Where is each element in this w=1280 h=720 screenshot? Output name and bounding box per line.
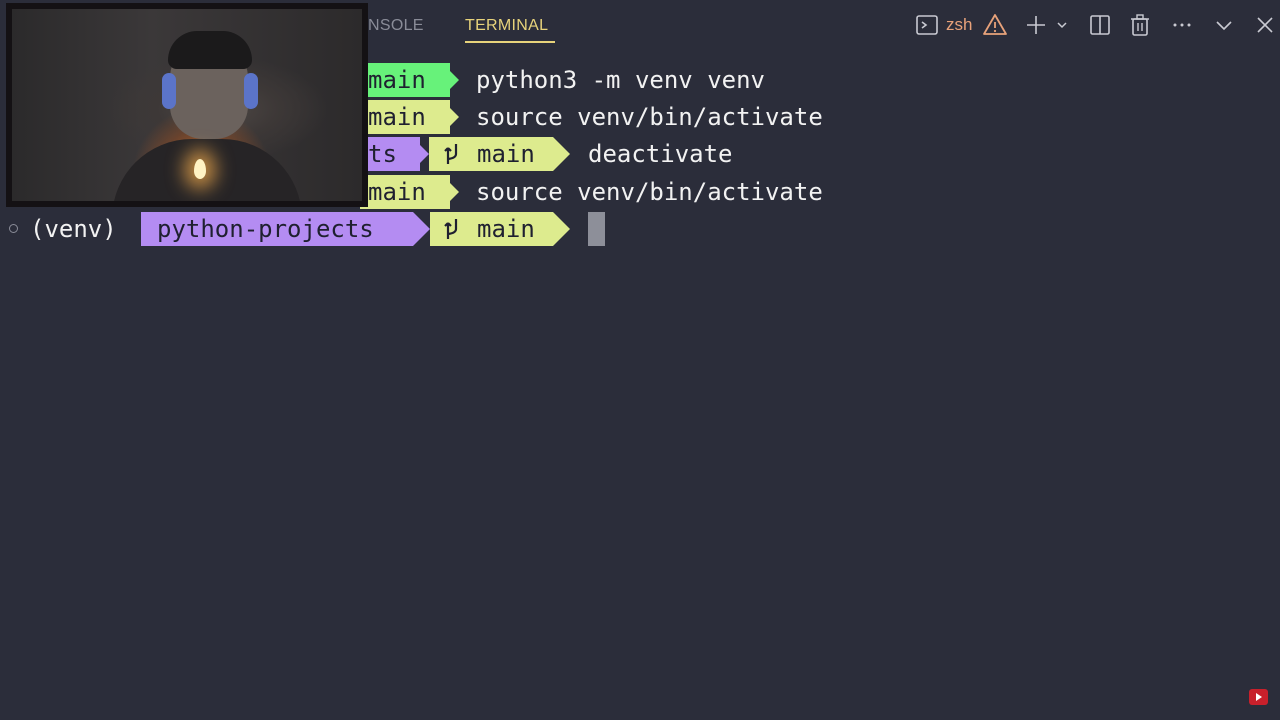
directory-segment: ts	[360, 137, 420, 171]
command-text: python3 -m venv venv	[476, 66, 765, 94]
warning-icon[interactable]	[982, 12, 1008, 38]
prompt-status-icon	[9, 224, 18, 233]
close-icon[interactable]	[1252, 12, 1278, 38]
terminal-icon[interactable]	[914, 12, 940, 38]
webcam-overlay	[6, 3, 368, 207]
chevron-down-icon[interactable]	[1052, 12, 1078, 38]
segment-separator	[413, 212, 430, 246]
git-branch-segment: main	[360, 100, 450, 134]
tab-terminal[interactable]: TERMINAL	[465, 16, 548, 36]
command-text: source venv/bin/activate	[476, 103, 823, 131]
directory-segment: python-projects	[141, 212, 413, 246]
headphone-left	[162, 73, 176, 109]
person-body	[112, 139, 302, 201]
segment-separator	[442, 63, 459, 97]
git-branch-segment: main	[360, 63, 450, 97]
git-branch-segment: main	[360, 175, 450, 209]
terminal-prompt-line: (venv) python-projects main	[0, 212, 1280, 246]
segment-separator	[553, 137, 570, 171]
venv-indicator: (venv)	[30, 215, 117, 243]
collapse-panel-icon[interactable]	[1211, 12, 1237, 38]
channel-watermark-icon[interactable]	[1249, 689, 1268, 705]
segment-separator	[442, 175, 459, 209]
shell-label[interactable]: zsh	[946, 15, 972, 35]
segment-separator	[412, 137, 429, 171]
person-hair	[168, 31, 252, 69]
active-tab-indicator	[465, 41, 555, 43]
segment-separator	[442, 100, 459, 134]
split-editor-icon[interactable]	[1087, 12, 1113, 38]
headphone-right	[244, 73, 258, 109]
git-branch-icon	[444, 219, 458, 239]
git-branch-icon	[444, 144, 458, 164]
plus-icon[interactable]	[1023, 12, 1049, 38]
command-text: source venv/bin/activate	[476, 178, 823, 206]
command-text: deactivate	[588, 140, 733, 168]
more-icon[interactable]	[1169, 12, 1195, 38]
lighter-flame	[194, 159, 206, 179]
trash-icon[interactable]	[1127, 12, 1153, 38]
segment-separator	[553, 212, 570, 246]
tab-debug-console[interactable]: NSOLE	[368, 16, 424, 36]
terminal-cursor[interactable]	[588, 212, 605, 246]
